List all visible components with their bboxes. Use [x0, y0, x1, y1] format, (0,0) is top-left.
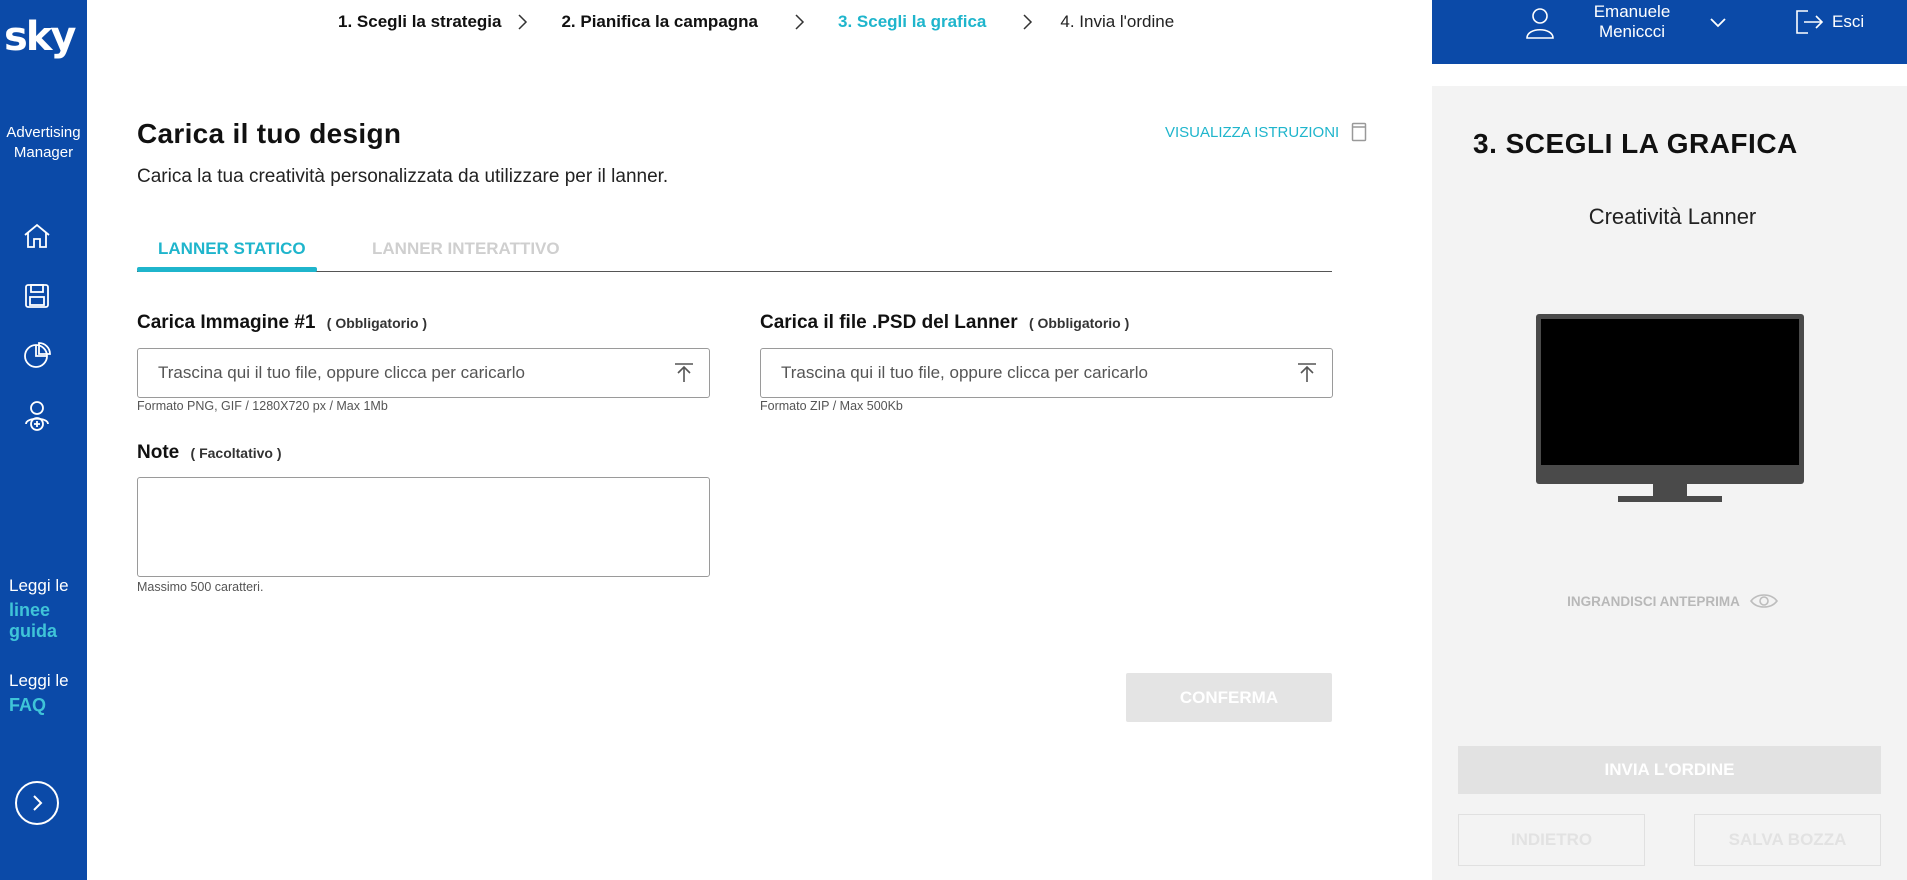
active-tab-indicator [137, 267, 317, 272]
upload-psd-label: Carica il file .PSD del Lanner ( Obbliga… [760, 312, 1129, 334]
sidebar: sky Advertising Manager Leggi le linee g… [0, 0, 87, 880]
upload-image-label: Carica Immagine #1 ( Obbligatorio ) [137, 312, 427, 334]
eye-icon [1749, 594, 1778, 608]
panel-subtitle: Creatività Lanner [1588, 204, 1757, 229]
enlarge-preview-button[interactable]: INGRANDISCI ANTEPRIMA [1432, 592, 1907, 610]
guidelines-link[interactable]: Leggi le linee guida [9, 575, 69, 642]
optional-tag: ( Facoltativo ) [190, 445, 282, 461]
upload-icon [675, 363, 693, 382]
user-name[interactable]: Emanuele Meniccci [1572, 2, 1692, 42]
notes-textarea[interactable] [137, 477, 710, 577]
upload-psd-placeholder: Trascina qui il tuo file, oppure clicca … [781, 363, 1148, 382]
tab-bar: LANNER STATICO LANNER INTERATTIVO [137, 230, 1332, 272]
document-icon [1351, 122, 1367, 142]
notes-label: Note ( Facoltativo ) [137, 442, 282, 464]
step-3[interactable]: 3. Scegli la grafica [838, 12, 986, 32]
tab-interactive-lanner[interactable]: LANNER INTERATTIVO [372, 239, 560, 259]
panel-title: 3. SCEGLI LA GRAFICA [1473, 128, 1798, 159]
product-name-line-2: Manager [13, 144, 74, 161]
product-name: Advertising Manager [0, 123, 87, 163]
view-instructions-label[interactable]: VISUALIZZA ISTRUZIONI [1165, 124, 1339, 141]
upload-image-placeholder: Trascina qui il tuo file, oppure clicca … [158, 363, 525, 382]
chevron-right-icon [33, 795, 43, 811]
upload-icon [1298, 363, 1316, 382]
user-last-name: Meniccci [1598, 22, 1666, 41]
send-order-button[interactable]: INVIA L'ORDINE [1458, 746, 1881, 794]
step-4[interactable]: 4. Invia l'ordine [1060, 12, 1174, 32]
summary-panel: 3. SCEGLI LA GRAFICA Creatività Lanner I… [1432, 86, 1907, 880]
tv-preview [1536, 314, 1804, 511]
confirm-button[interactable]: CONFERMA [1126, 673, 1332, 722]
logout-icon [1796, 10, 1824, 34]
save-draft-button[interactable]: SALVA BOZZA [1694, 814, 1881, 866]
back-button[interactable]: INDIETRO [1458, 814, 1645, 866]
upload-image-hint: Formato PNG, GIF / 1280X720 px / Max 1Mb [137, 399, 388, 413]
user-add-icon[interactable] [21, 400, 53, 432]
chevron-right-icon [1006, 10, 1048, 34]
guidelines-link-line-2[interactable]: guida [9, 621, 69, 642]
logout-label: Esci [1832, 12, 1865, 31]
notes-label-text: Note [137, 442, 180, 463]
stepper: 1. Scegli la strategia 2. Pianifica la c… [338, 10, 1174, 34]
guidelines-prefix: Leggi le [9, 576, 69, 595]
required-tag: ( Obbligatorio ) [1028, 315, 1130, 331]
page-subtitle: Carica la tua creatività personalizzata … [137, 166, 669, 187]
upload-psd-dropzone[interactable]: Trascina qui il tuo file, oppure clicca … [760, 348, 1333, 398]
tab-static-lanner[interactable]: LANNER STATICO [158, 239, 306, 259]
step-2[interactable]: 2. Pianifica la campagna [561, 12, 758, 32]
view-instructions-link[interactable]: VISUALIZZA ISTRUZIONI [1165, 122, 1367, 142]
step-1[interactable]: 1. Scegli la strategia [338, 12, 501, 32]
home-icon[interactable] [21, 220, 53, 252]
user-icon[interactable] [1525, 6, 1555, 45]
expand-sidebar-button[interactable] [15, 781, 59, 825]
user-bar: Emanuele Meniccci Esci [1432, 0, 1907, 64]
chevron-right-icon [778, 10, 820, 34]
product-name-line-1: Advertising [6, 124, 81, 141]
chevron-down-icon[interactable] [1708, 12, 1728, 37]
logout-button[interactable]: Esci [1794, 8, 1864, 36]
faq-link[interactable]: Leggi le FAQ [9, 670, 69, 716]
user-first-name: Emanuele [1593, 2, 1671, 21]
faq-prefix: Leggi le [9, 671, 69, 690]
page-title: Carica il tuo design [137, 118, 402, 149]
faq-link-label[interactable]: FAQ [9, 695, 69, 716]
save-icon[interactable] [21, 280, 53, 312]
upload-image-label-text: Carica Immagine #1 [137, 312, 316, 333]
chevron-right-icon [501, 10, 543, 34]
required-tag: ( Obbligatorio ) [326, 315, 428, 331]
pie-chart-icon[interactable] [21, 339, 53, 371]
sky-logo[interactable]: sky [4, 14, 76, 60]
guidelines-link-line-1[interactable]: linee [9, 600, 69, 621]
enlarge-preview-label: INGRANDISCI ANTEPRIMA [1567, 593, 1740, 609]
upload-image-dropzone[interactable]: Trascina qui il tuo file, oppure clicca … [137, 348, 710, 398]
upload-psd-label-text: Carica il file .PSD del Lanner [760, 312, 1018, 333]
notes-hint: Massimo 500 caratteri. [137, 580, 264, 594]
upload-psd-hint: Formato ZIP / Max 500Kb [760, 399, 903, 413]
